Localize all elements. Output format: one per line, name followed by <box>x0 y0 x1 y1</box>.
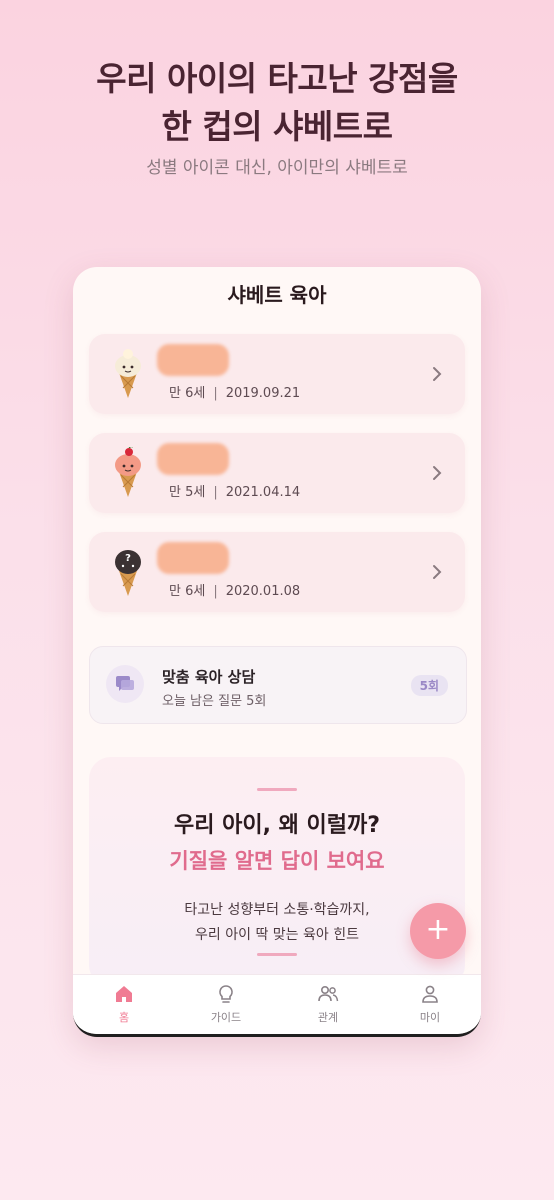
child-meta: 만 6세 | 2019.09.21 <box>169 382 300 401</box>
tab-home[interactable]: 홈 <box>73 983 175 1025</box>
child-birthdate: 2019.09.21 <box>225 386 301 401</box>
child-age: 만 6세 <box>169 386 206 401</box>
redacted-child-name <box>157 542 229 574</box>
tab-label: 마이 <box>419 1011 441 1024</box>
tab-label: 홈 <box>118 1011 130 1024</box>
chevron-right-icon <box>433 367 442 381</box>
promo-question: 우리 아이, 왜 이럴까? <box>173 813 381 838</box>
promo-description-line1: 타고난 성향부터 소통·학습까지, <box>184 902 370 918</box>
lightbulb-icon <box>219 985 233 1003</box>
promo-description-line2: 우리 아이 딱 맞는 육아 힌트 <box>195 927 359 943</box>
app-title: 샤베트 육아 <box>227 283 327 307</box>
redacted-child-name <box>157 443 229 475</box>
child-birthdate: 2020.01.08 <box>225 584 301 599</box>
chocolate-ice-cream-icon: ? <box>115 550 141 596</box>
child-card[interactable]: 만 5세 | 2021.04.14 <box>89 433 465 513</box>
meta-separator: | <box>213 386 218 401</box>
consult-remaining: 오늘 남은 질문 5회 <box>162 694 267 709</box>
chat-bubble-icon <box>106 665 144 703</box>
tab-relationship[interactable]: 관계 <box>277 983 379 1025</box>
promo-answer: 기질을 알면 답이 보여요 <box>169 849 385 873</box>
redacted-child-name <box>157 344 229 376</box>
decorative-divider <box>257 788 297 791</box>
remaining-count-badge: 5회 <box>410 675 448 696</box>
child-age: 만 5세 <box>169 485 206 500</box>
svg-text:?: ? <box>125 553 131 564</box>
home-icon <box>116 986 132 1002</box>
child-birthdate: 2021.04.14 <box>225 485 301 500</box>
meta-separator: | <box>213 584 218 599</box>
temperament-promo-card[interactable]: 우리 아이, 왜 이럴까? 기질을 알면 답이 보여요 타고난 성향부터 소통·… <box>89 757 465 987</box>
hero-subtitle: 성별 아이콘 대신, 아이만의 샤베트로 <box>146 158 408 178</box>
child-age: 만 6세 <box>169 584 206 599</box>
meta-separator: | <box>213 485 218 500</box>
people-icon <box>318 985 339 1002</box>
chevron-right-icon <box>433 565 442 579</box>
consult-card[interactable]: 맞춤 육아 상담 오늘 남은 질문 5회 5회 <box>89 646 467 724</box>
strawberry-ice-cream-icon <box>115 447 141 497</box>
hero-title-line2: 한 컵의 샤베트로 <box>161 107 394 146</box>
chevron-right-icon <box>433 466 442 480</box>
hero-title-line1: 우리 아이의 타고난 강점을 <box>96 59 458 98</box>
child-meta: 만 5세 | 2021.04.14 <box>169 481 300 500</box>
decorative-divider <box>257 953 297 956</box>
child-meta: 만 6세 | 2020.01.08 <box>169 580 300 599</box>
add-button[interactable]: + <box>410 903 466 959</box>
person-icon <box>422 985 438 1003</box>
tab-label: 관계 <box>317 1011 339 1024</box>
tab-my[interactable]: 마이 <box>379 983 481 1025</box>
tab-label: 가이드 <box>210 1011 242 1024</box>
consult-title: 맞춤 육아 상담 <box>162 668 256 686</box>
tab-guide[interactable]: 가이드 <box>175 983 277 1025</box>
child-card[interactable]: ? 만 6세 | 2020.01.08 <box>89 532 465 612</box>
child-card[interactable]: 만 6세 | 2019.09.21 <box>89 334 465 414</box>
phone-screen: 샤베트 육아 만 6세 | 2019.09.21 만 5세 | 2021.04.… <box>73 267 481 1037</box>
bottom-tab-bar: 홈 가이드 관계 마이 <box>73 974 481 1034</box>
vanilla-ice-cream-icon <box>115 349 141 398</box>
